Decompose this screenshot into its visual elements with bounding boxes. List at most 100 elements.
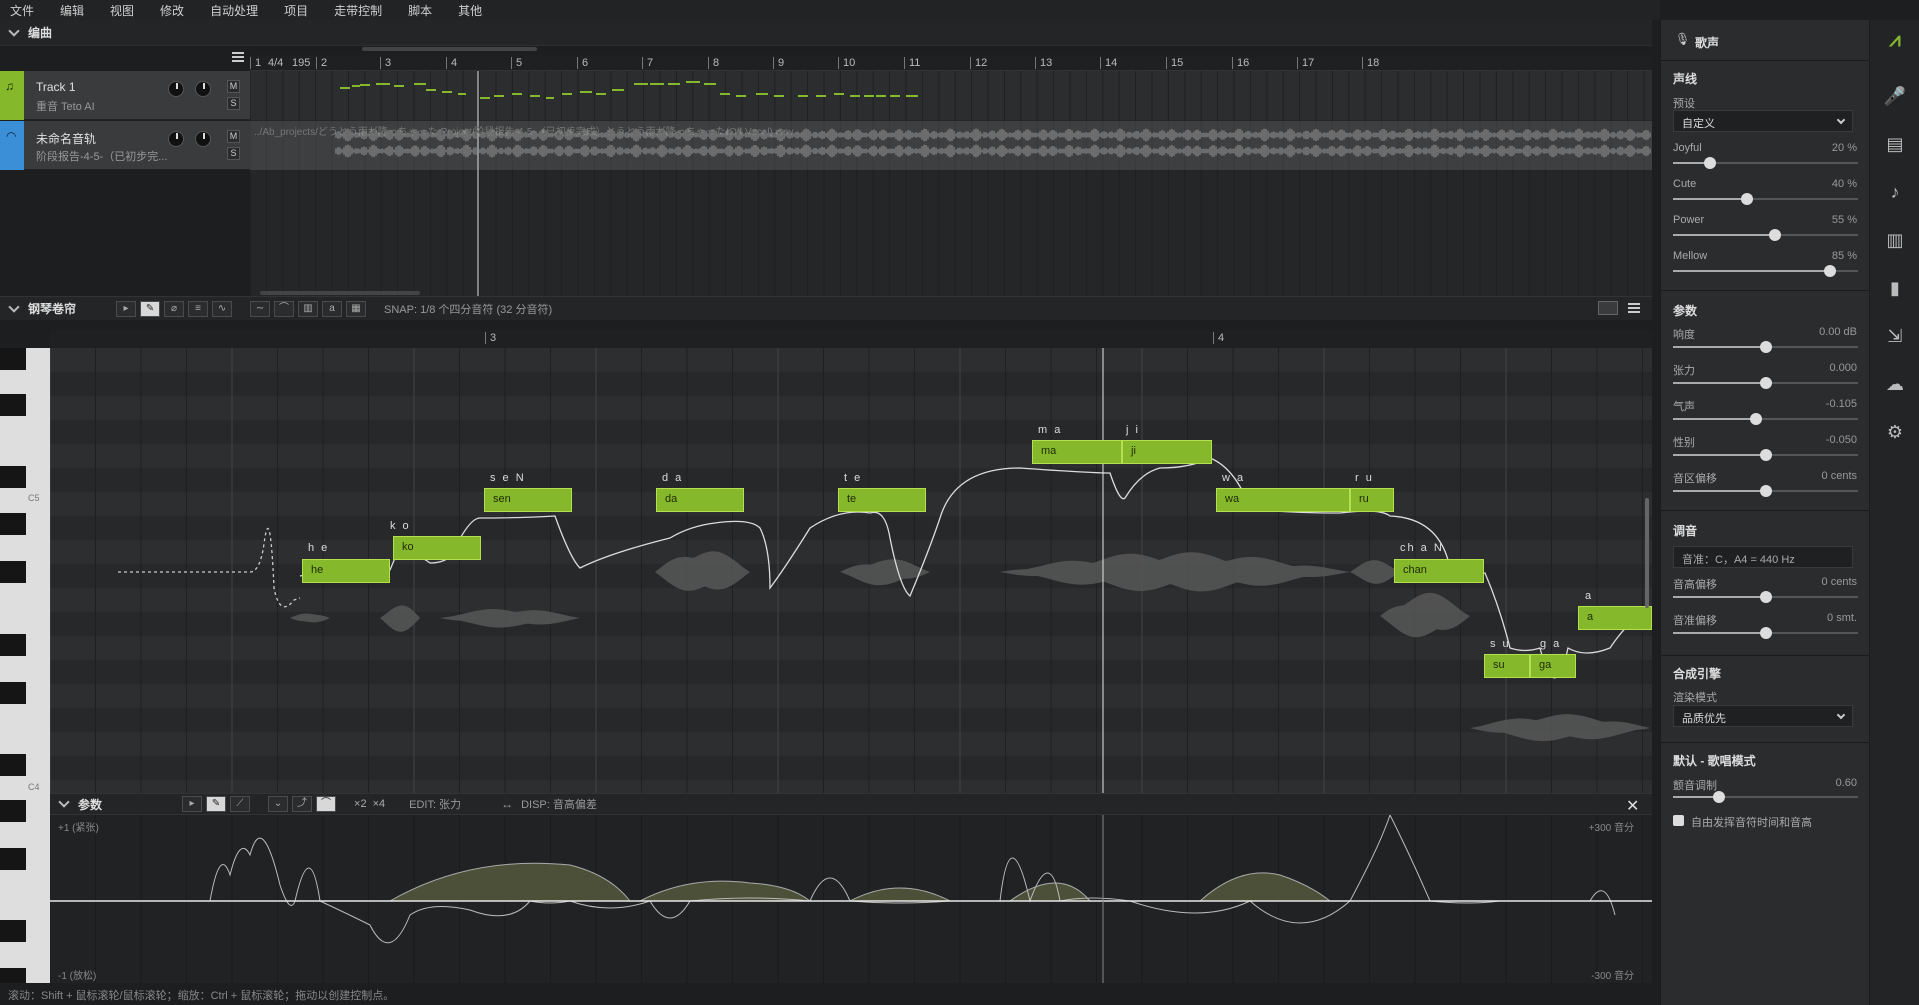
gear-icon[interactable]: ⚙ — [1883, 420, 1907, 444]
note[interactable]: da — [656, 488, 744, 512]
pan-knob[interactable] — [195, 81, 211, 97]
music-note-icon[interactable]: ♪ — [1883, 180, 1907, 204]
swap-icon[interactable]: ↔ — [501, 797, 513, 811]
track-row[interactable]: ♫ Track 1 重音 Teto AI M S — [0, 71, 250, 120]
menu-item[interactable]: 其他 — [458, 2, 482, 19]
clapper-icon[interactable]: ▤ — [1883, 132, 1907, 156]
black-key[interactable] — [0, 682, 26, 704]
black-key[interactable] — [0, 394, 26, 416]
param-slider[interactable] — [1673, 591, 1858, 603]
edit-param[interactable]: EDIT: 张力 — [409, 796, 461, 812]
render-mode-dropdown[interactable]: 品质优先 — [1673, 705, 1853, 727]
show-pitch-icon[interactable]: ∼ — [250, 300, 271, 317]
arrangement-scrollbar[interactable] — [260, 291, 420, 295]
note[interactable]: su — [1484, 654, 1530, 678]
wave-tool-icon[interactable]: ⌒ — [316, 796, 337, 812]
cloud-icon[interactable]: ☁ — [1883, 372, 1907, 396]
pencil-tool-icon[interactable]: ✎ — [140, 300, 161, 317]
note[interactable]: chan — [1394, 559, 1484, 583]
note[interactable]: ma — [1032, 440, 1122, 464]
pan-knob[interactable] — [195, 131, 211, 147]
camera-icon[interactable] — [1598, 301, 1618, 315]
piano-roll-ruler[interactable]: 3 4 — [50, 330, 1652, 348]
piano-roll-grid[interactable]: h e he k o ko s e N sen d a da t e te m … — [50, 348, 1652, 793]
show-curve-icon[interactable]: ⌒ — [274, 300, 295, 317]
menu-item[interactable]: 项目 — [284, 2, 308, 19]
multiplier-x4[interactable]: ×4 — [373, 798, 386, 810]
show-waveform-icon[interactable]: ▥ — [298, 300, 319, 317]
multiplier-x2[interactable]: ×2 — [354, 798, 367, 810]
library-icon[interactable]: ▥ — [1883, 228, 1907, 252]
param-slider[interactable] — [1673, 193, 1858, 205]
note[interactable]: ko — [393, 536, 481, 560]
menu-item[interactable]: 走带控制 — [334, 2, 382, 19]
pencil-tool-icon[interactable]: ✎ — [206, 796, 227, 812]
black-key[interactable] — [0, 561, 26, 583]
split-tool-icon[interactable]: ≡ — [188, 300, 209, 317]
gain-knob[interactable] — [168, 81, 184, 97]
arrangement-header[interactable]: 编曲 — [0, 20, 1652, 46]
track-name[interactable]: 未命名音轨 — [36, 130, 96, 147]
piano-keyboard[interactable]: C5 C4 — [0, 348, 50, 998]
arrangement-lanes[interactable]: ../Ab_projects/どうとう雨が降っちゃった Project/阶段报告… — [249, 71, 1652, 296]
track-row[interactable]: ◠ 未命名音轨 阶段报告-4-5-（已初步完... M S — [0, 121, 250, 170]
checkbox[interactable] — [1673, 815, 1684, 826]
vertical-scrollbar[interactable] — [1645, 498, 1649, 608]
menu-item[interactable]: 文件 — [10, 2, 34, 19]
note[interactable]: ru — [1350, 488, 1394, 512]
black-key[interactable] — [0, 466, 26, 488]
mute-button[interactable]: M — [227, 80, 240, 93]
line-tool-icon[interactable]: ⟋ — [230, 796, 251, 812]
disp-param[interactable]: DISP: 音高偏差 — [521, 796, 597, 812]
note[interactable]: te — [838, 488, 926, 512]
preset-dropdown[interactable]: 自定义 — [1673, 110, 1853, 132]
chevron-down-icon[interactable] — [8, 300, 20, 313]
note[interactable]: he — [302, 559, 390, 583]
menu-item[interactable]: 视图 — [110, 2, 134, 19]
cursor-tool-icon[interactable]: ▸ — [116, 300, 137, 317]
note[interactable]: sen — [484, 488, 572, 512]
chevron-down-icon[interactable] — [8, 24, 20, 37]
param-slider[interactable] — [1673, 449, 1858, 461]
menu-item[interactable]: 脚本 — [408, 2, 432, 19]
show-lyrics-icon[interactable]: a — [322, 300, 343, 317]
book-icon[interactable]: ▮ — [1883, 276, 1907, 300]
black-key[interactable] — [0, 920, 26, 942]
arrangement-ruler[interactable]: 1 4/4 195 2 3 4 5 6 7 8 9 10 11 12 13 14 15 16 17 18 — [250, 55, 1652, 71]
param-slider[interactable] — [1673, 229, 1858, 241]
show-phonemes-icon[interactable]: ▦ — [346, 300, 367, 317]
menu-item[interactable]: 自动处理 — [210, 2, 258, 19]
param-curve-area[interactable]: +1 (紧张) -1 (放松) +300 音分 -300 音分 — [49, 813, 1652, 983]
mic-icon[interactable]: 🎤 — [1883, 84, 1907, 108]
solo-button[interactable]: S — [227, 147, 240, 160]
horizontal-scrollbar[interactable] — [362, 47, 537, 51]
param-slider[interactable] — [1673, 485, 1858, 497]
gain-knob[interactable] — [168, 131, 184, 147]
param-slider[interactable] — [1673, 413, 1858, 425]
snap-setting[interactable]: SNAP: 1/8 个四分音符 (32 分音符) — [384, 301, 552, 317]
note[interactable]: a — [1578, 606, 1652, 630]
menu-icon[interactable] — [1628, 303, 1640, 313]
curve-tool-icon[interactable]: ⤴ — [292, 796, 313, 812]
note[interactable]: wa — [1216, 488, 1350, 512]
black-key[interactable] — [0, 754, 26, 776]
black-key[interactable] — [0, 513, 26, 535]
param-slider[interactable] — [1673, 627, 1858, 639]
menu-item[interactable]: 编辑 — [60, 2, 84, 19]
black-key[interactable] — [0, 634, 26, 656]
note[interactable]: ji — [1122, 440, 1212, 464]
close-icon[interactable]: ✕ — [1626, 796, 1639, 816]
param-slider[interactable] — [1673, 265, 1858, 277]
tuning-field[interactable]: 音准：C，A4 = 440 Hz — [1673, 546, 1853, 568]
note[interactable]: ga — [1530, 654, 1576, 678]
pitch-tool-icon[interactable]: ∿ — [212, 300, 233, 317]
eraser-tool-icon[interactable]: ⌀ — [164, 300, 185, 317]
black-key[interactable] — [0, 848, 26, 870]
param-slider[interactable] — [1673, 341, 1858, 353]
menu-icon[interactable] — [232, 52, 244, 64]
mute-button[interactable]: M — [227, 130, 240, 143]
vibrato-slider[interactable] — [1673, 791, 1858, 803]
smooth-tool-icon[interactable]: ⌄ — [268, 796, 289, 812]
cursor-tool-icon[interactable]: ▸ — [182, 796, 203, 812]
black-key[interactable] — [0, 348, 26, 370]
